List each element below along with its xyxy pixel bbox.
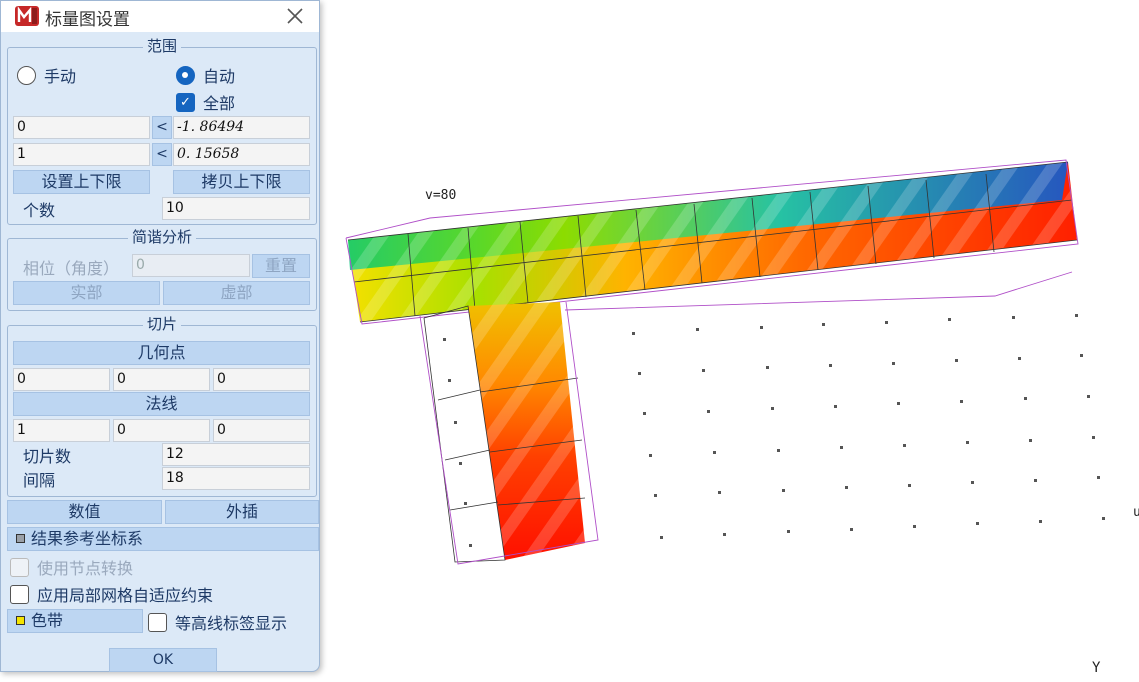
model-view-canvas: v=80 Y u bbox=[345, 159, 1139, 676]
phase-input[interactable]: 0 bbox=[132, 254, 250, 277]
ok-button[interactable]: OK bbox=[109, 648, 217, 672]
all-checkbox[interactable]: ✓ 全部 bbox=[176, 90, 235, 114]
apply-local-mesh-checkbox[interactable]: 应用局部网格自适应约束 bbox=[10, 582, 213, 606]
manual-radio-indicator bbox=[17, 65, 36, 85]
auto-radio-label: 自动 bbox=[203, 67, 236, 86]
real-button[interactable]: 实部 bbox=[13, 281, 160, 305]
min-pick-button[interactable]: < bbox=[152, 116, 172, 139]
range-group-title: 范围 bbox=[142, 37, 181, 55]
count-input[interactable]: 10 bbox=[162, 197, 310, 220]
u-axis-label: u bbox=[1133, 505, 1139, 520]
normal-z-input[interactable]: 0 bbox=[213, 419, 310, 442]
geometry-point-button[interactable]: 几何点 bbox=[13, 341, 310, 365]
y-axis-label: Y bbox=[1092, 660, 1101, 676]
swatch-yellow-icon bbox=[16, 616, 25, 625]
checkbox-indicator bbox=[148, 612, 167, 632]
manual-radio[interactable]: 手动 bbox=[17, 63, 76, 87]
check-icon: ✓ bbox=[176, 92, 195, 112]
dialog-title: 标量图设置 bbox=[45, 10, 130, 30]
manual-radio-label: 手动 bbox=[44, 67, 77, 86]
phase-label: 相位（角度） bbox=[23, 259, 120, 278]
vertical-column bbox=[419, 301, 599, 565]
apply-local-mesh-label: 应用局部网格自适应约束 bbox=[37, 586, 214, 605]
auto-radio[interactable]: 自动 bbox=[176, 63, 235, 87]
use-node-transform-label: 使用节点转换 bbox=[37, 559, 134, 578]
slice-group-title: 切片 bbox=[142, 315, 181, 333]
slice-count-input[interactable]: 12 bbox=[162, 443, 310, 466]
v-coordinate-label: v=80 bbox=[425, 188, 456, 203]
contour-label-text: 等高线标签显示 bbox=[175, 614, 288, 633]
normal-y-input[interactable]: 0 bbox=[113, 419, 210, 442]
swatch-gray-icon bbox=[16, 534, 25, 543]
close-button[interactable] bbox=[281, 2, 309, 30]
max-index-input[interactable]: 1 bbox=[13, 143, 150, 166]
max-value-input[interactable]: 0. 15658 bbox=[173, 143, 310, 166]
count-label: 个数 bbox=[23, 201, 56, 220]
interpolate-button[interactable]: 外插 bbox=[165, 500, 319, 524]
min-value-input[interactable]: -1. 86494 bbox=[173, 116, 310, 139]
scalar-plot-settings-dialog: 标量图设置 范围 手动 自动 ✓ 全部 0 < -1. 86494 1 < 0.… bbox=[0, 0, 320, 672]
horizontal-beam bbox=[345, 159, 1079, 325]
model-viewport[interactable]: v=80 Y u bbox=[321, 0, 1139, 678]
point-z-input[interactable]: 0 bbox=[213, 368, 310, 391]
imag-button[interactable]: 虚部 bbox=[163, 281, 310, 305]
normal-x-input[interactable]: 1 bbox=[13, 419, 110, 442]
use-node-transform-checkbox[interactable]: 使用节点转换 bbox=[10, 555, 133, 579]
all-checkbox-label: 全部 bbox=[203, 94, 236, 113]
title-bar: 标量图设置 bbox=[1, 1, 319, 32]
interval-label: 间隔 bbox=[23, 471, 56, 490]
interval-input[interactable]: 18 bbox=[162, 467, 310, 490]
contour-label-checkbox[interactable]: 等高线标签显示 bbox=[148, 610, 287, 634]
color-band-button[interactable]: 色带 bbox=[7, 609, 143, 633]
point-x-input[interactable]: 0 bbox=[13, 368, 110, 391]
point-y-input[interactable]: 0 bbox=[113, 368, 210, 391]
copy-limits-button[interactable]: 拷贝上下限 bbox=[173, 170, 310, 194]
checkbox-indicator bbox=[10, 557, 29, 577]
max-pick-button[interactable]: < bbox=[152, 143, 172, 166]
value-button[interactable]: 数值 bbox=[7, 500, 162, 524]
auto-radio-indicator bbox=[176, 65, 195, 85]
close-icon bbox=[287, 8, 303, 24]
checkbox-indicator bbox=[10, 584, 29, 604]
harmonic-group-title: 简谐分析 bbox=[127, 228, 196, 246]
app-logo-icon bbox=[15, 6, 39, 26]
set-limits-button[interactable]: 设置上下限 bbox=[13, 170, 150, 194]
reset-button[interactable]: 重置 bbox=[252, 254, 310, 278]
normal-button[interactable]: 法线 bbox=[13, 392, 310, 416]
result-reference-frame-label: 结果参考坐标系 bbox=[31, 529, 144, 548]
color-band-label: 色带 bbox=[31, 611, 64, 630]
slice-count-label: 切片数 bbox=[23, 447, 72, 466]
result-reference-frame-button[interactable]: 结果参考坐标系 bbox=[7, 527, 319, 551]
min-index-input[interactable]: 0 bbox=[13, 116, 150, 139]
